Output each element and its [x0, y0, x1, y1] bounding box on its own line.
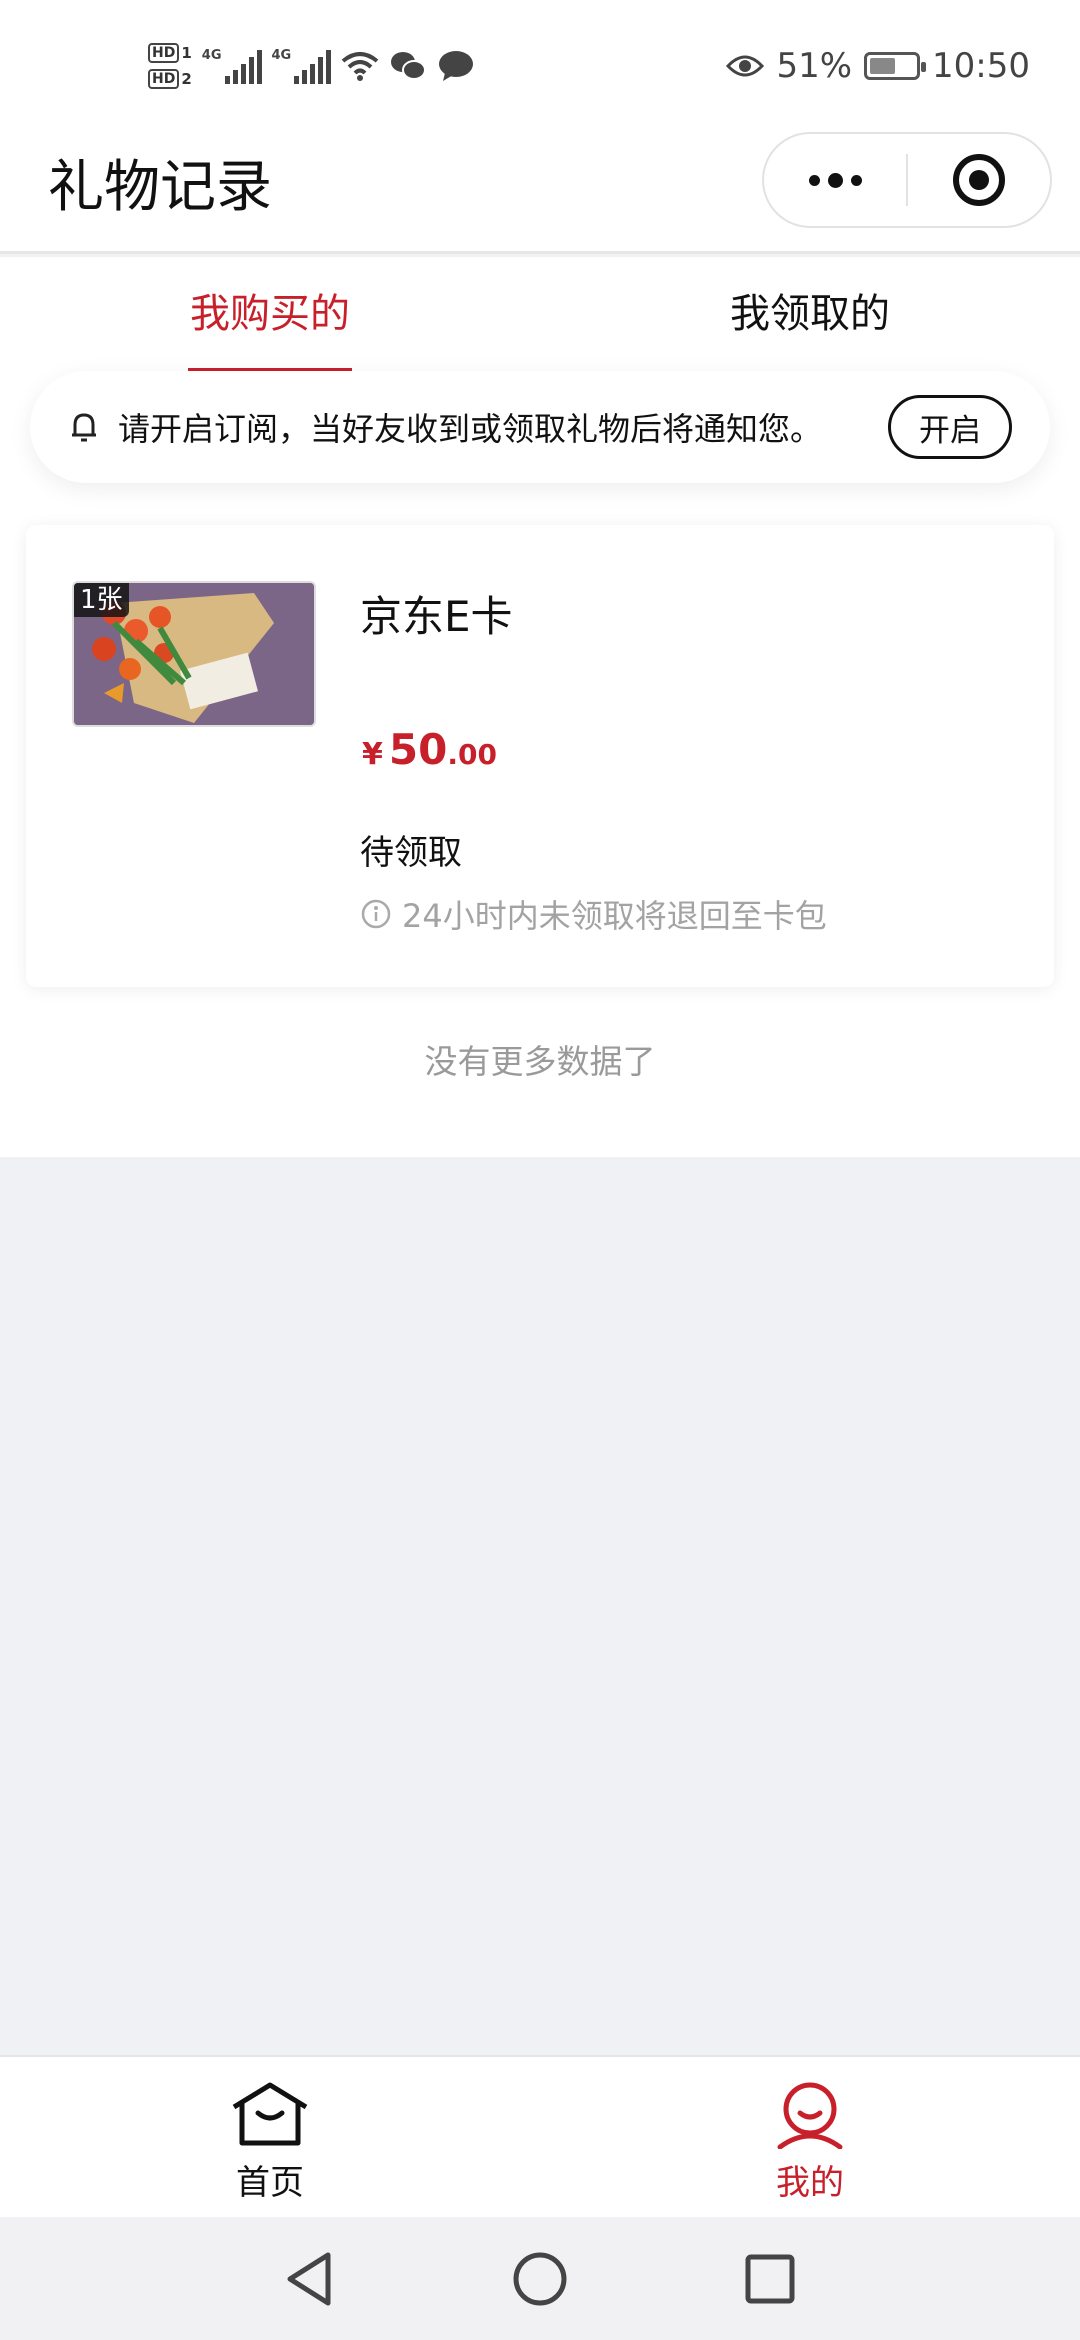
- count-badge: 1张: [74, 583, 129, 617]
- enable-subscribe-button[interactable]: 开启: [888, 395, 1012, 459]
- home-circle-icon[interactable]: [508, 2247, 572, 2311]
- battery-percent: 51%: [776, 46, 853, 86]
- hd-indicators: HD 1 HD 2: [148, 43, 192, 89]
- home-icon: [232, 2082, 308, 2146]
- main-content: 我购买的 我领取的 请开启订阅，当好友收到或领取礼物后将通知您。 开启 1张 京…: [0, 257, 1080, 1157]
- signal-icon: 4G: [272, 48, 332, 84]
- price-decimal: .00: [447, 738, 497, 771]
- tab-home-label: 首页: [236, 2163, 304, 2203]
- system-nav-bar: [0, 2217, 1080, 2340]
- tab-mine[interactable]: 我的: [540, 2057, 1080, 2219]
- price-currency: ¥: [362, 737, 383, 772]
- tab-home[interactable]: 首页: [0, 2057, 540, 2219]
- bell-icon: [72, 413, 96, 442]
- hd-sim1: HD 1: [148, 43, 192, 63]
- hd-sim2: HD 2: [148, 69, 192, 89]
- tab-label: 我领取的: [730, 291, 890, 337]
- gift-name: 京东E卡: [360, 592, 513, 641]
- notice-text: 请开启订阅，当好友收到或领取礼物后将通知您。: [118, 410, 823, 448]
- tab-bar-top: 我购买的 我领取的: [0, 257, 1080, 371]
- close-target-icon[interactable]: [908, 134, 1050, 226]
- tab-mine-label: 我的: [776, 2163, 844, 2203]
- recents-icon[interactable]: [738, 2247, 802, 2311]
- page-title: 礼物记录: [48, 155, 272, 220]
- status-bar: HD 1 HD 2 4G 4G 51% 10:50: [0, 0, 1080, 132]
- wechat-icon: [391, 52, 427, 80]
- nav-bar: 礼物记录: [0, 132, 1080, 254]
- more-dots-icon[interactable]: [764, 134, 906, 226]
- message-icon: [439, 51, 474, 81]
- battery-icon: [864, 52, 927, 80]
- return-hint-text: 24小时内未领取将退回至卡包: [402, 897, 827, 935]
- info-icon: [361, 899, 391, 929]
- bottom-tab-bar: 首页 我的: [0, 2055, 1080, 2217]
- signal-icon: 4G: [202, 48, 262, 84]
- gift-status: 待领取: [360, 833, 462, 873]
- tab-purchased[interactable]: 我购买的: [0, 257, 540, 371]
- price-integer: 50: [388, 725, 448, 774]
- no-more-data-text: 没有更多数据了: [424, 1042, 656, 1081]
- subscribe-notice: 请开启订阅，当好友收到或领取礼物后将通知您。 开启: [30, 371, 1050, 483]
- gift-card[interactable]: 1张 京东E卡 ¥50.00 待领取 24小时内未领取将退回至卡包: [26, 525, 1054, 987]
- gift-price: ¥50.00: [362, 725, 497, 774]
- tab-received[interactable]: 我领取的: [540, 257, 1080, 371]
- clock: 10:50: [932, 46, 1030, 86]
- back-icon[interactable]: [278, 2247, 342, 2311]
- status-right: 51% 10:50: [726, 40, 1030, 92]
- status-left: HD 1 HD 2 4G 4G: [148, 34, 475, 98]
- eye-icon: [726, 55, 765, 77]
- user-icon: [777, 2082, 843, 2149]
- tab-label: 我购买的: [188, 257, 352, 371]
- mini-program-capsule: [762, 132, 1052, 228]
- wifi-icon: [341, 52, 379, 81]
- return-hint: 24小时内未领取将退回至卡包: [360, 891, 827, 937]
- gift-thumbnail: 1张: [72, 581, 316, 727]
